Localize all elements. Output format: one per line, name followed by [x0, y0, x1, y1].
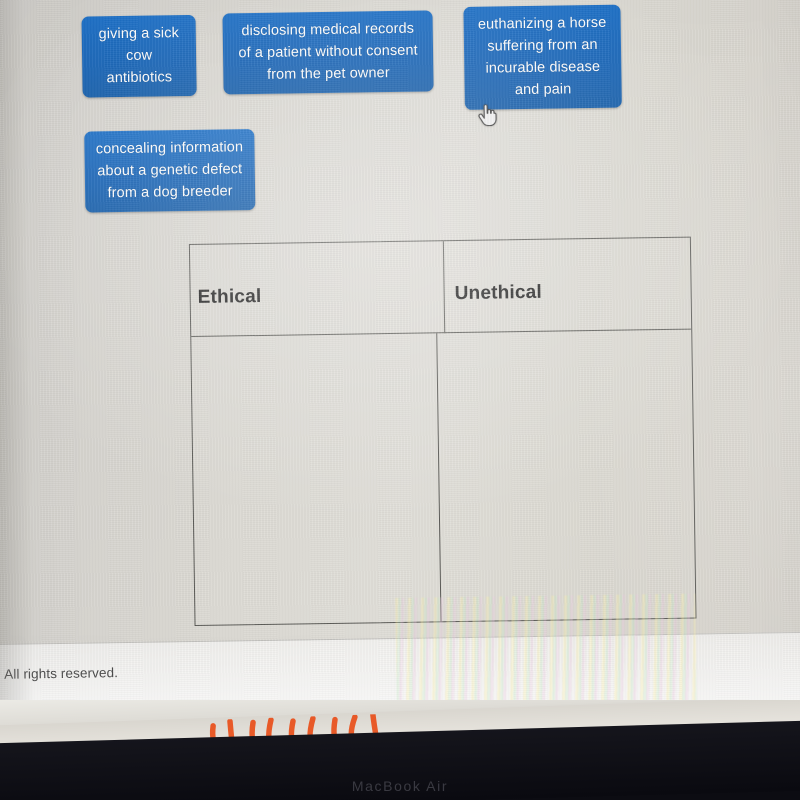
laptop-base-area: MacBook Air — [0, 700, 800, 800]
macbook-air-label: MacBook Air — [351, 778, 449, 794]
draggable-tile-giving-a-sick-cow-antibiotics[interactable]: giving a sick cow antibiotics — [81, 14, 197, 98]
copyright-text: All rights reserved. — [4, 665, 119, 682]
drop-zone-unethical[interactable] — [438, 330, 695, 622]
draggable-tile-euthanizing-a-horse[interactable]: euthanizing a horse suffering from an in… — [463, 4, 622, 110]
table-header-row: Ethical Unethical — [189, 237, 692, 337]
column-header-unethical: Unethical — [454, 281, 543, 305]
header-column-divider — [442, 241, 446, 334]
laptop-screen-surface: giving a sick cow antibiotics disclosing… — [0, 0, 800, 728]
draggable-tile-disclosing-medical-records[interactable]: disclosing medical records of a patient … — [222, 10, 434, 95]
column-header-ethical: Ethical — [197, 285, 262, 308]
draggable-tile-concealing-information[interactable]: concealing information about a genetic d… — [84, 129, 256, 213]
drop-zone-ethical[interactable] — [191, 333, 440, 625]
sorting-table: Ethical Unethical — [188, 236, 697, 626]
web-page-content: giving a sick cow antibiotics disclosing… — [0, 0, 800, 726]
photo-of-laptop-screen: giving a sick cow antibiotics disclosing… — [0, 0, 800, 800]
